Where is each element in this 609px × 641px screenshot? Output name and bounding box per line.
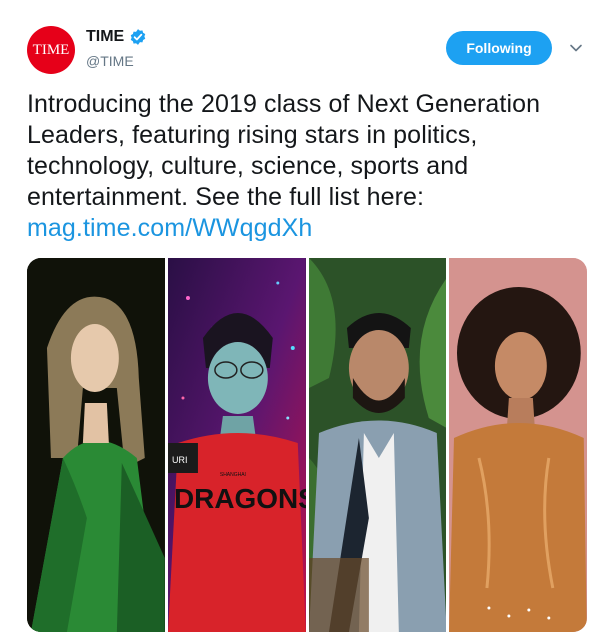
media-grid: URI SHANGHAI DRAGONS (27, 258, 587, 632)
following-button[interactable]: Following (446, 31, 552, 65)
tweet-text: Introducing the 2019 class of Next Gener… (27, 90, 541, 211)
account-handle[interactable]: @TIME (86, 53, 134, 69)
jersey-text: DRAGONS (174, 483, 306, 514)
photo-2-illustration: URI SHANGHAI DRAGONS (167, 258, 306, 632)
account-name-row: TIME (86, 28, 147, 46)
jersey-sleeve-text: URI (172, 455, 187, 465)
photo-3-illustration (308, 258, 447, 632)
photo-3[interactable] (308, 258, 447, 632)
account-name[interactable]: TIME (86, 28, 124, 46)
photo-1-illustration (27, 258, 165, 632)
photo-4-illustration (449, 258, 587, 632)
avatar-logo-text: TIME (32, 41, 70, 58)
photo-2[interactable]: URI SHANGHAI DRAGONS (167, 258, 306, 632)
photo-1[interactable] (27, 258, 165, 632)
avatar[interactable]: TIME (27, 26, 75, 74)
chevron-down-icon[interactable] (567, 39, 585, 57)
jersey-subtext: SHANGHAI (220, 472, 246, 478)
verified-badge-icon (130, 29, 146, 45)
photo-4[interactable] (449, 258, 587, 632)
tweet-text-block: Introducing the 2019 class of Next Gener… (27, 89, 597, 244)
tweet-link[interactable]: mag.time.com/WWqgdXh (27, 213, 597, 244)
